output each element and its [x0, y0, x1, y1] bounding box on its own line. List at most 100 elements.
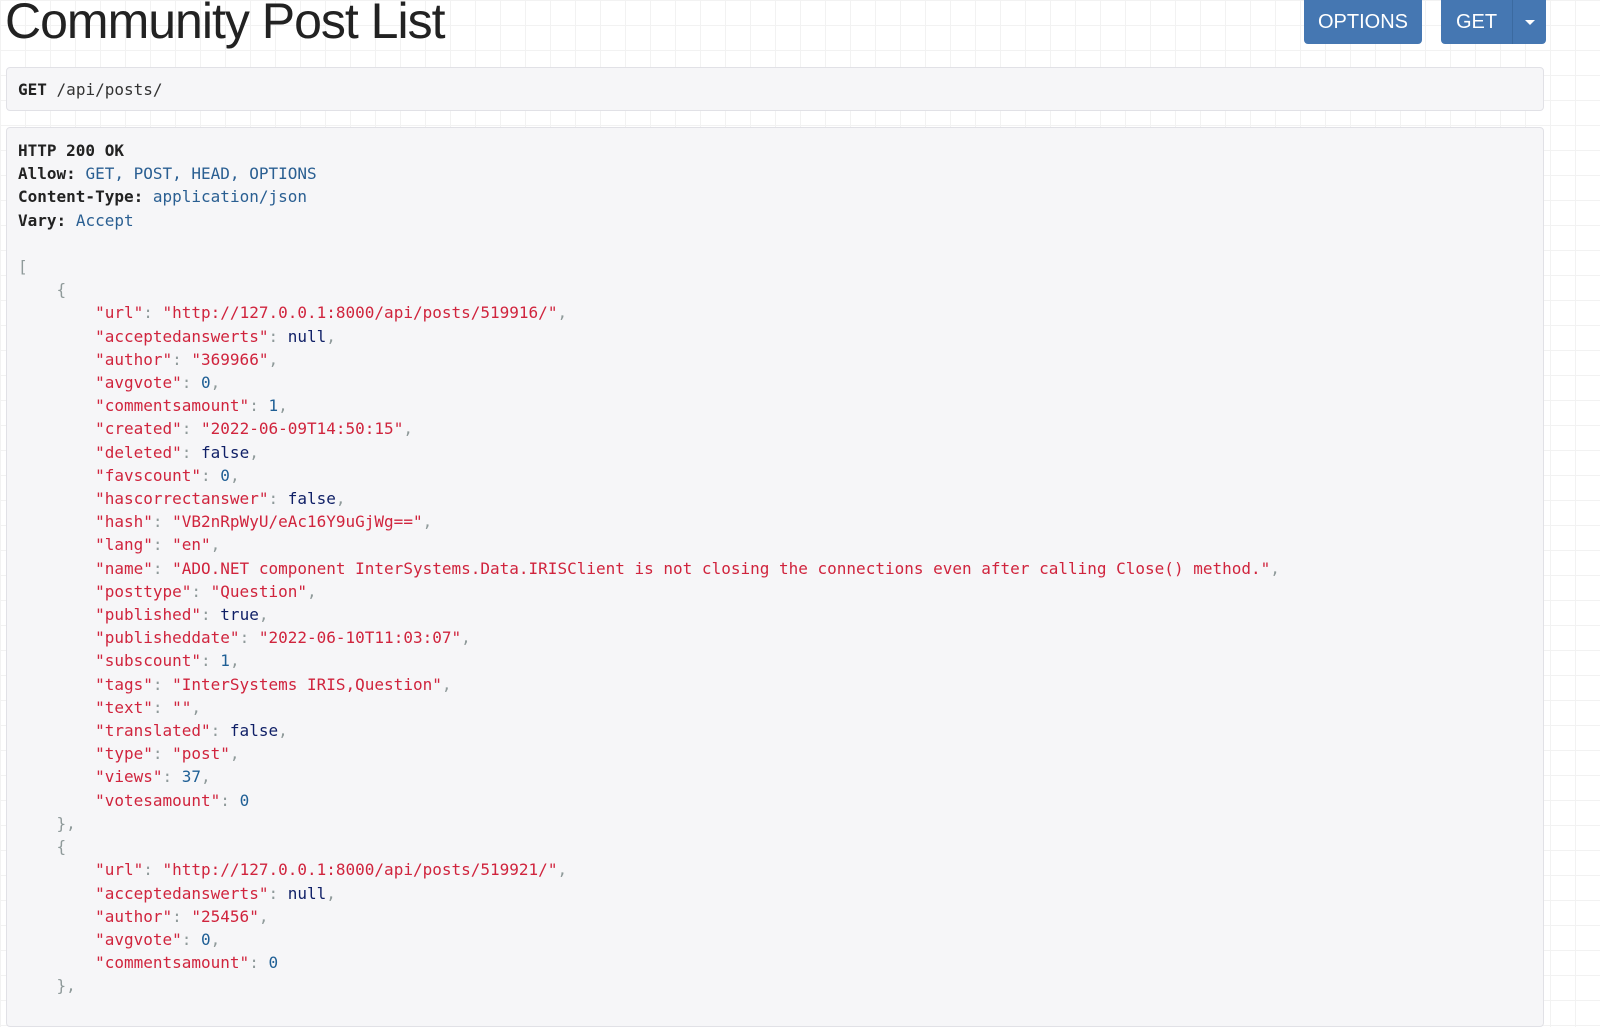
json-comma: ,	[210, 373, 221, 393]
json-comma: ,	[229, 465, 240, 485]
json-value: "http://127.0.0.1:8000/api/posts/519916/…	[162, 303, 558, 323]
get-format-dropdown[interactable]	[1512, 0, 1546, 44]
json-key: "tags"	[95, 674, 153, 694]
json-brace: {	[56, 280, 67, 300]
json-colon: :	[143, 860, 163, 880]
json-colon: :	[201, 465, 221, 485]
json-key: "author"	[95, 906, 173, 926]
json-value: "ADO.NET component InterSystems.Data.IRI…	[172, 558, 1271, 578]
options-button[interactable]: OPTIONS	[1304, 0, 1422, 44]
json-colon: :	[172, 906, 192, 926]
json-comma: ,	[335, 489, 346, 509]
json-comma: ,	[326, 326, 336, 346]
json-value: "2022-06-09T14:50:15"	[201, 419, 404, 439]
json-colon: :	[152, 535, 173, 555]
json-colon: :	[152, 558, 173, 578]
json-value: 1	[268, 396, 279, 416]
json-comma: ,	[441, 674, 452, 694]
json-colon: :	[268, 326, 288, 346]
request-path: /api/posts/	[56, 80, 163, 99]
json-value: 37	[181, 767, 202, 787]
json-value: "http://127.0.0.1:8000/api/posts/519921/…	[162, 860, 558, 880]
json-brace: {	[56, 837, 67, 857]
json-brace: },	[56, 976, 76, 996]
json-value: 0	[220, 465, 230, 485]
json-key: "commentsamount"	[95, 396, 250, 416]
json-value: null	[287, 883, 327, 903]
response-info: HTTP 200 OK Allow: GET, POST, HEAD, OPTI…	[6, 127, 1544, 1027]
json-key: "publisheddate"	[95, 628, 240, 648]
json-key: "avgvote"	[95, 929, 182, 949]
json-value: null	[287, 326, 327, 346]
json-value: "2022-06-10T11:03:07"	[258, 628, 462, 648]
json-key: "text"	[95, 697, 153, 717]
json-colon: :	[249, 396, 269, 416]
json-value: "InterSystems IRIS,Question"	[172, 674, 442, 694]
json-colon: :	[268, 489, 288, 509]
json-key: "votesamount"	[95, 790, 221, 810]
json-key: "hascorrectanswer"	[95, 489, 269, 509]
get-button[interactable]: GET	[1441, 0, 1512, 44]
json-key: "views"	[95, 767, 163, 787]
json-key: "hash"	[95, 512, 153, 532]
json-key: "posttype"	[95, 581, 192, 601]
json-colon: :	[201, 605, 221, 625]
json-colon: :	[201, 651, 221, 671]
json-value: true	[220, 605, 259, 625]
json-comma: ,	[249, 442, 259, 462]
header-value: GET, POST, HEAD, OPTIONS	[85, 164, 317, 184]
json-key: "author"	[95, 349, 173, 369]
json-colon: :	[181, 419, 202, 439]
json-key: "url"	[95, 303, 144, 323]
request-info: GET /api/posts/	[6, 67, 1544, 111]
json-colon: :	[239, 628, 259, 648]
json-value: "VB2nRpWyU/eAc16Y9uGjWg=="	[172, 512, 423, 532]
response-status: HTTP 200 OK	[18, 141, 124, 160]
json-comma: ,	[191, 697, 202, 717]
response-body: [ { "url": "http://127.0.0.1:8000/api/po…	[18, 257, 1280, 995]
json-brace: },	[56, 813, 76, 833]
json-colon: :	[220, 790, 240, 810]
json-comma: ,	[278, 396, 288, 416]
json-colon: :	[181, 442, 202, 462]
json-value: false	[287, 489, 336, 509]
json-comma: ,	[306, 581, 317, 601]
json-comma: ,	[258, 605, 269, 625]
json-comma: ,	[210, 535, 221, 555]
json-comma: ,	[326, 883, 336, 903]
caret-down-icon	[1524, 19, 1535, 25]
json-key: "commentsamount"	[95, 953, 250, 973]
json-value: 0	[239, 790, 250, 810]
header-name: Content-Type:	[18, 187, 144, 207]
json-value: "Question"	[210, 581, 307, 601]
json-colon: :	[162, 767, 182, 787]
json-key: "translated"	[95, 721, 211, 741]
json-value: "en"	[172, 535, 211, 555]
json-key: "avgvote"	[95, 373, 182, 393]
json-comma: ,	[422, 512, 433, 532]
json-comma: ,	[210, 929, 221, 949]
json-value: 0	[201, 929, 211, 949]
json-key: "published"	[95, 605, 202, 625]
json-value: 1	[220, 651, 230, 671]
json-colon: :	[152, 512, 173, 532]
json-key: "acceptedanswerts"	[95, 883, 269, 903]
json-comma: ,	[403, 419, 413, 439]
header-value: Accept	[75, 210, 134, 230]
json-key: "url"	[95, 860, 144, 880]
json-comma: ,	[1270, 558, 1280, 578]
json-key: "created"	[95, 419, 182, 439]
json-value: false	[229, 721, 279, 741]
json-comma: ,	[229, 651, 240, 671]
json-colon: :	[249, 953, 269, 973]
request-method: GET	[18, 80, 47, 99]
json-comma: ,	[258, 906, 269, 926]
header-value: application/json	[152, 187, 307, 207]
json-bracket: [	[18, 257, 28, 277]
json-colon: :	[152, 744, 173, 764]
json-key: "lang"	[95, 535, 153, 555]
json-colon: :	[181, 373, 202, 393]
header-name: Allow:	[18, 164, 76, 184]
json-colon: :	[191, 581, 211, 601]
json-key: "deleted"	[95, 442, 182, 462]
